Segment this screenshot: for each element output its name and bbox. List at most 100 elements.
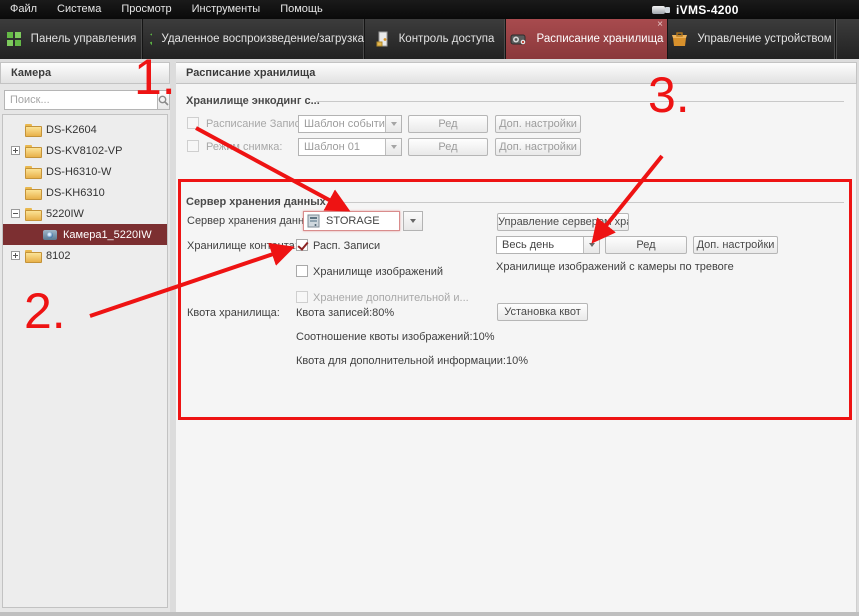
picture-storage-checkbox[interactable] xyxy=(296,265,308,277)
app-title: iVMS-4200 xyxy=(676,3,739,17)
picture-storage-label: Хранилище изображений xyxy=(313,266,443,278)
access-control-icon xyxy=(376,31,390,47)
menu-help[interactable]: Помощь xyxy=(270,0,333,19)
close-icon[interactable]: × xyxy=(657,19,663,31)
record-schedule-storage-label: Расп. Записи xyxy=(313,240,380,252)
search-row xyxy=(4,90,166,110)
menu-system[interactable]: Система xyxy=(47,0,111,19)
storage-content-label: Хранилище контента: xyxy=(187,240,298,252)
tree-item-label: DS-KH6310 xyxy=(46,187,105,199)
chevron-down-icon[interactable] xyxy=(583,237,599,253)
search-button[interactable] xyxy=(158,90,170,110)
record-template-value: Шаблон события xyxy=(299,116,385,132)
tree-item[interactable]: 8102 xyxy=(3,245,167,266)
folder-icon xyxy=(25,250,40,261)
device-tree: DS-K2604 DS-KV8102-VP DS-H6310-W DS-KH63… xyxy=(2,114,168,608)
capture-template-select[interactable]: Шаблон 01 xyxy=(298,138,402,156)
capture-template-value: Шаблон 01 xyxy=(299,139,385,155)
expand-plus-icon[interactable] xyxy=(11,251,20,260)
record-quota-value: Квота записей:80% xyxy=(296,307,394,319)
folder-icon xyxy=(25,208,40,219)
storage-schedule-icon xyxy=(510,32,528,47)
tree-item-label: 8102 xyxy=(46,250,70,262)
tree-item-selected-camera[interactable]: Камера1_5220IW xyxy=(3,224,167,245)
chevron-down-icon[interactable] xyxy=(404,212,422,230)
additional-quota-value: Квота для дополнительной информации:10% xyxy=(296,355,528,367)
record-advanced-button[interactable]: Доп. настройки xyxy=(495,115,581,133)
remote-playback-icon xyxy=(143,31,152,47)
capture-edit-button[interactable]: Ред xyxy=(408,138,488,156)
tree-item-label: Камера1_5220IW xyxy=(63,229,152,241)
tab-storage-schedule[interactable]: Расписание хранилища × xyxy=(506,19,668,59)
record-schedule-storage-checkbox[interactable] xyxy=(296,239,308,251)
chevron-down-icon[interactable] xyxy=(385,139,401,155)
folder-icon xyxy=(25,187,40,198)
chevron-down-icon[interactable] xyxy=(385,116,401,132)
tree-item[interactable]: DS-H6310-W xyxy=(3,161,167,182)
tree-item-label: DS-KV8102-VP xyxy=(46,145,122,157)
schedule-edit-button[interactable]: Ред xyxy=(605,236,687,254)
tab-control-panel[interactable]: Панель управления xyxy=(0,19,143,59)
menu-tools[interactable]: Инструменты xyxy=(182,0,271,19)
storage-server-value: STORAGE xyxy=(321,212,399,230)
tree-item[interactable]: DS-KH6310 xyxy=(3,182,167,203)
tab-label: Контроль доступа xyxy=(399,33,495,45)
menu-file[interactable]: Файл xyxy=(0,0,47,19)
storage-server-dropdown-button[interactable] xyxy=(403,211,423,231)
tab-device-management[interactable]: Управление устройством xyxy=(668,19,836,59)
alarm-picture-note: Хранилище изображений с камеры по тревог… xyxy=(496,261,734,273)
record-edit-button[interactable]: Ред xyxy=(408,115,488,133)
section-divider xyxy=(328,202,844,203)
encoding-section-title: Хранилище энкодинг с... xyxy=(186,95,320,107)
search-input[interactable] xyxy=(4,90,158,110)
manage-storage-server-button[interactable]: Управление сервером хран... xyxy=(497,213,629,231)
device-management-icon xyxy=(671,32,688,47)
capture-advanced-button[interactable]: Доп. настройки xyxy=(495,138,581,156)
tree-item-label: DS-K2604 xyxy=(46,124,97,136)
folder-icon xyxy=(25,166,40,177)
tab-label: Удаленное воспроизведение/загрузка xyxy=(161,33,364,45)
tree-item-label: DS-H6310-W xyxy=(46,166,111,178)
record-schedule-label: Расписание Записи: xyxy=(206,118,309,130)
tree-item[interactable]: DS-K2604 xyxy=(3,119,167,140)
menu-view[interactable]: Просмотр xyxy=(111,0,181,19)
storage-schedule-panel: Хранилище энкодинг с... Расписание Запис… xyxy=(176,84,857,612)
app-logo: iVMS-4200 xyxy=(652,0,739,19)
capture-schedule-checkbox[interactable] xyxy=(187,140,199,152)
camera-sidebar: DS-K2604 DS-KV8102-VP DS-H6310-W DS-KH63… xyxy=(0,84,170,612)
storage-server-select[interactable]: STORAGE xyxy=(303,211,400,231)
page-title: Расписание хранилища xyxy=(176,62,857,84)
search-icon xyxy=(158,95,169,106)
tab-remote-playback[interactable]: Удаленное воспроизведение/загрузка xyxy=(143,19,365,59)
additional-info-storage-checkbox[interactable] xyxy=(296,291,308,303)
section-divider xyxy=(316,101,844,102)
tree-item[interactable]: 5220IW xyxy=(3,203,167,224)
collapse-minus-icon[interactable] xyxy=(11,209,20,218)
tab-label: Расписание хранилища xyxy=(537,33,664,45)
expand-plus-icon[interactable] xyxy=(11,146,20,155)
tab-label: Управление устройством xyxy=(697,33,831,45)
tree-item[interactable]: DS-KV8102-VP xyxy=(3,140,167,161)
quota-settings-button[interactable]: Установка квот xyxy=(497,303,588,321)
sidebar-title: Камера xyxy=(0,62,170,84)
tab-access-control[interactable]: Контроль доступа xyxy=(365,19,506,59)
quota-label: Квота хранилища: xyxy=(187,307,280,319)
tree-item-label: 5220IW xyxy=(46,208,84,220)
storage-server-icon xyxy=(307,214,321,228)
schedule-advanced-button[interactable]: Доп. настройки xyxy=(693,236,778,254)
ivms-window: Файл Система Просмотр Инструменты Помощь… xyxy=(0,0,859,616)
record-template-select[interactable]: Шаблон события xyxy=(298,115,402,133)
camera-icon xyxy=(43,230,57,240)
record-schedule-checkbox[interactable] xyxy=(187,117,199,129)
camera-logo-icon xyxy=(652,4,670,16)
capture-schedule-label: Режим снимка: xyxy=(206,141,282,153)
picture-quota-value: Соотношение квоты изображений:10% xyxy=(296,331,495,343)
folder-icon xyxy=(25,124,40,135)
tab-label: Панель управления xyxy=(31,33,137,45)
storage-server-label: Сервер хранения данн... xyxy=(187,215,313,227)
menubar: Файл Система Просмотр Инструменты Помощь… xyxy=(0,0,859,19)
main-tabbar: Панель управления Удаленное воспроизведе… xyxy=(0,19,859,59)
dashboard-icon xyxy=(6,31,22,47)
schedule-select[interactable]: Весь день xyxy=(496,236,600,254)
tabbar-filler xyxy=(836,19,859,59)
